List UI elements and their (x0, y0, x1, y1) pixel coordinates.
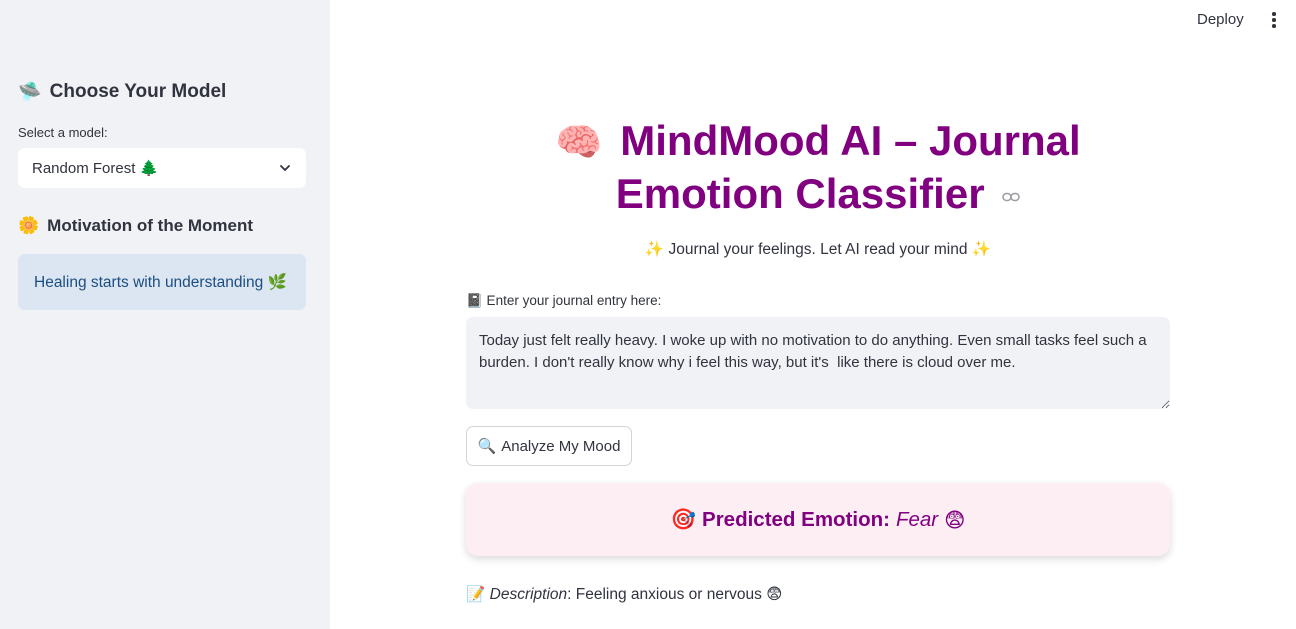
motivation-box: Healing starts with understanding 🌿 (18, 254, 306, 310)
magnifier-icon: 🔍 (477, 437, 497, 455)
journal-entry-label: 📓 Enter your journal entry here: (466, 293, 662, 308)
prediction-label: Predicted Emotion: (702, 507, 890, 531)
analyze-mood-button[interactable]: 🔍 Analyze My Mood (466, 426, 632, 466)
analyze-mood-label: Analyze My Mood (501, 437, 621, 455)
select-model-label: Select a model: (18, 125, 108, 140)
brain-icon: 🧠 (555, 120, 603, 164)
subtitle: ✨ Journal your feelings. Let AI read you… (644, 241, 992, 258)
kebab-menu-icon[interactable] (1264, 10, 1284, 30)
description-text: : Feeling anxious or nervous 😨 (567, 586, 783, 603)
link-icon[interactable] (1002, 191, 1020, 203)
model-select[interactable]: Random Forest 🌲 (18, 148, 306, 188)
memo-icon: 📝 (466, 585, 486, 603)
motivation-text: Healing starts with understanding 🌿 (34, 273, 287, 291)
sidebar: 🛸 Choose Your Model Select a model: Rand… (0, 0, 330, 629)
model-heading-text: Choose Your Model (49, 80, 227, 102)
predicted-emotion: Fear (895, 507, 939, 531)
ufo-icon: 🛸 (18, 81, 42, 103)
page-title: 🧠 MindMood AI – Journal Emotion Classifi… (466, 115, 1170, 220)
journal-entry-textarea[interactable]: Today just felt really heavy. I woke up … (466, 317, 1170, 409)
deploy-button[interactable]: Deploy (1190, 9, 1251, 31)
model-heading: 🛸 Choose Your Model (18, 80, 227, 104)
motivation-heading: 🌼 Motivation of the Moment (18, 216, 253, 236)
target-icon: 🎯 (670, 507, 697, 531)
prediction-card: 🎯 Predicted Emotion: Fear 😨 (466, 483, 1170, 556)
model-select-value: Random Forest 🌲 (32, 160, 159, 177)
description-label: Description (489, 586, 568, 603)
flower-icon: 🌼 (18, 216, 40, 236)
motivation-heading-text: Motivation of the Moment (47, 216, 254, 235)
emotion-description: 📝 Description: Feeling anxious or nervou… (466, 585, 782, 604)
fear-face-icon: 😨 (944, 507, 966, 532)
chevron-down-icon (280, 165, 290, 171)
